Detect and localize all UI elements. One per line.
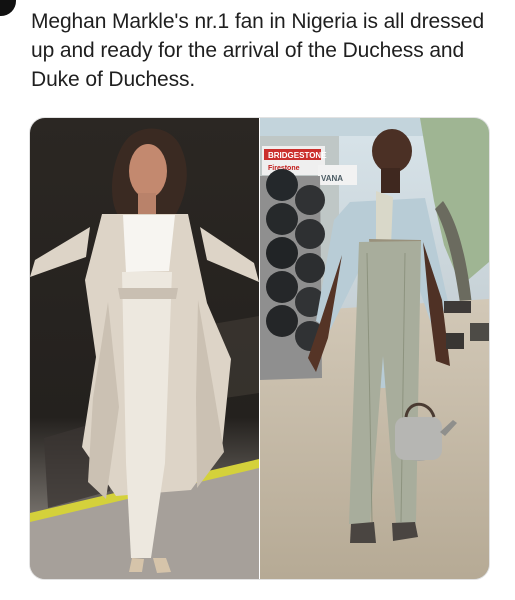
vana-sign: VANA [321, 174, 343, 183]
tweet-media[interactable]: BRIDGESTONE Firestone VANA [29, 117, 490, 580]
tweet-text: Meghan Markle's nr.1 fan in Nigeria is a… [31, 10, 485, 91]
media-divider [259, 118, 260, 579]
bridgestone-sign: BRIDGESTONE [268, 151, 327, 160]
left-photo [30, 118, 259, 579]
right-photo: BRIDGESTONE Firestone VANA [260, 118, 489, 579]
avatar[interactable] [0, 0, 16, 16]
